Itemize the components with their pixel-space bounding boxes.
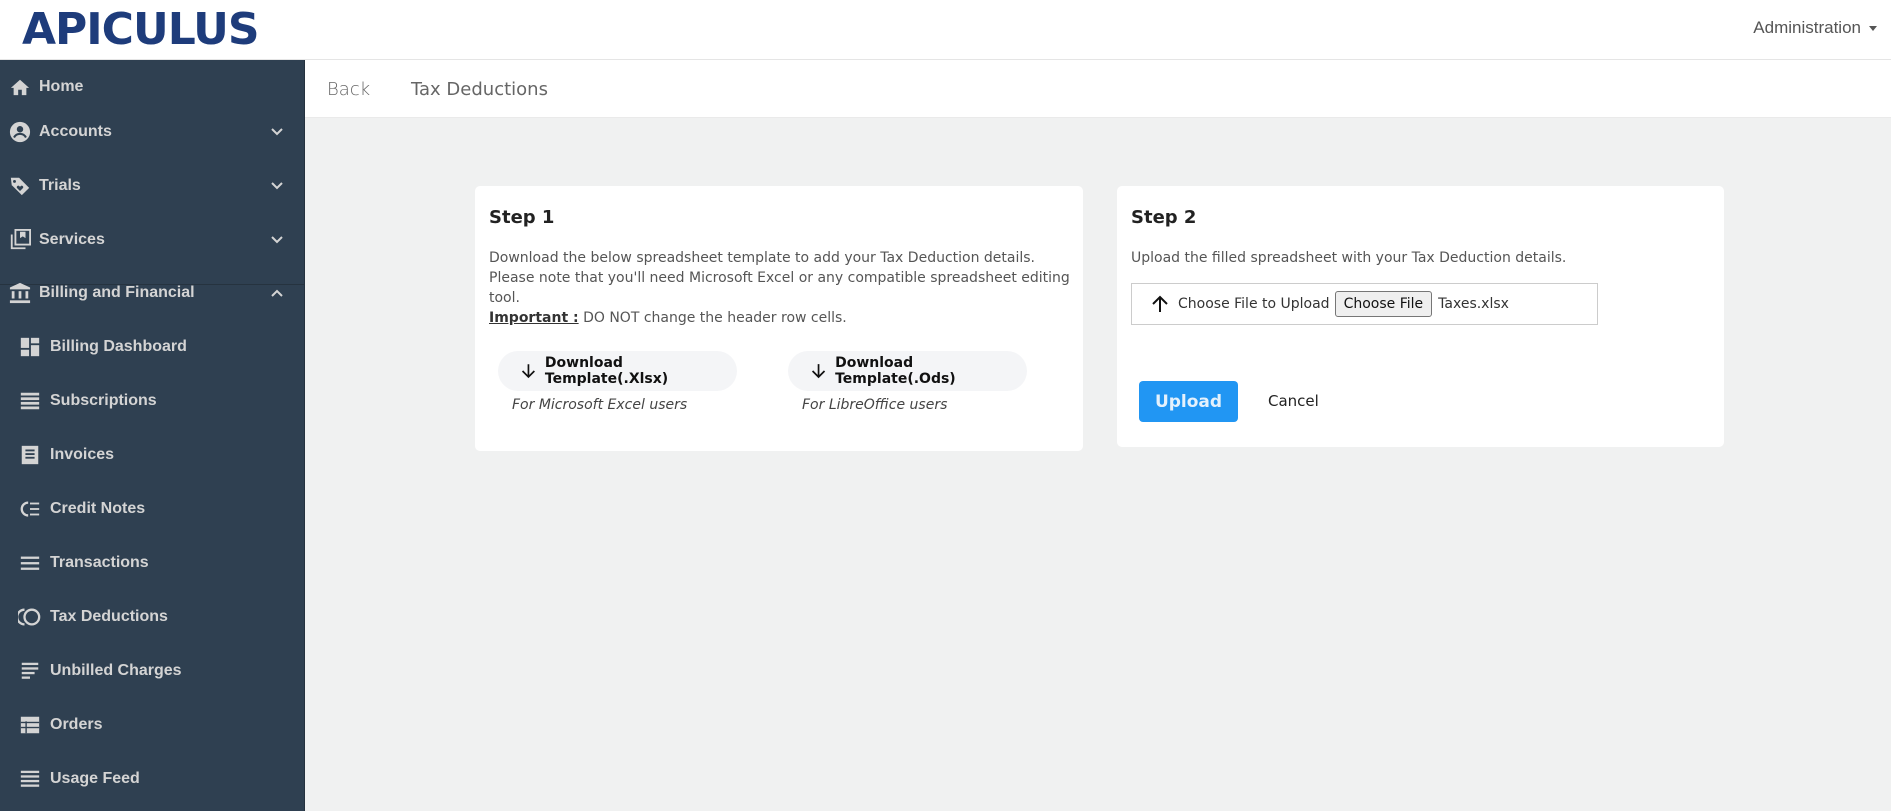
important-label: Important : [489, 310, 579, 326]
sidebar-item-accounts[interactable]: Accounts [0, 105, 305, 159]
sidebar-item-label: Invoices [50, 446, 115, 463]
sidebar-item-label: Accounts [39, 123, 112, 140]
page-subheader: Back Tax Deductions [305, 60, 1891, 118]
table-icon [18, 713, 42, 737]
notes-icon [18, 659, 42, 683]
sidebar-item-label: Orders [50, 716, 103, 733]
selected-file-name: Taxes.xlsx [1438, 296, 1509, 312]
bank-icon [8, 281, 32, 305]
step1-line1: Download the below spreadsheet template … [489, 250, 1036, 266]
sidebar-item-unbilled-charges[interactable]: Unbilled Charges [0, 644, 305, 698]
chevron-down-icon[interactable] [269, 178, 285, 194]
feed-icon [18, 767, 42, 791]
sidebar-item-label: Trials [39, 177, 81, 194]
sidebar-item-subscriptions[interactable]: Subscriptions [0, 374, 305, 428]
sidebar: Home Accounts Trials Services Billing an… [0, 60, 305, 811]
xlsx-hint: For Microsoft Excel users [512, 397, 688, 413]
account-circle-icon [8, 120, 32, 144]
upload-button[interactable]: Upload [1139, 381, 1238, 422]
download-template-ods-button[interactable]: Download Template(.Ods) [788, 351, 1027, 391]
sidebar-item-transactions[interactable]: Transactions [0, 536, 305, 590]
caret-down-icon [1869, 25, 1877, 31]
dashboard-icon [18, 335, 42, 359]
sidebar-item-tax-deductions[interactable]: Tax Deductions [0, 590, 305, 644]
choose-file-button[interactable]: Choose File [1334, 291, 1433, 317]
step2-title: Step 2 [1131, 207, 1197, 228]
sidebar-item-label: Home [39, 78, 84, 95]
step1-description: Download the below spreadsheet template … [489, 248, 1083, 328]
arrow-up-icon [1152, 295, 1168, 312]
sidebar-item-services[interactable]: Services [0, 213, 305, 267]
sidebar-item-label: Services [39, 231, 105, 248]
sidebar-item-label: Credit Notes [50, 500, 146, 517]
sidebar-item-trials[interactable]: Trials [0, 159, 305, 213]
administration-menu[interactable]: Administration [1753, 18, 1877, 38]
home-icon [8, 75, 32, 99]
sidebar-item-label: Tax Deductions [50, 608, 168, 625]
tax-icon [18, 605, 42, 629]
chevron-up-icon[interactable] [269, 285, 285, 301]
receipt-icon [18, 443, 42, 467]
sidebar-item-invoices[interactable]: Invoices [0, 428, 305, 482]
administration-label: Administration [1753, 18, 1861, 37]
back-link[interactable]: Back [327, 79, 370, 100]
step2-card: Step 2 Upload the filled spreadsheet wit… [1117, 186, 1724, 447]
important-text: DO NOT change the header row cells. [578, 310, 847, 326]
sidebar-item-orders[interactable]: Orders [0, 698, 305, 752]
apiculus-logo[interactable]: APICULUS [22, 6, 260, 54]
page-title: Tax Deductions [411, 79, 548, 100]
sidebar-item-label: Transactions [50, 554, 149, 571]
chevron-down-icon[interactable] [269, 232, 285, 248]
library-icon [8, 228, 32, 252]
download-xlsx-label: Download Template(.Xlsx) [544, 355, 669, 387]
menu-icon [18, 551, 42, 575]
cancel-button[interactable]: Cancel [1268, 392, 1319, 410]
file-upload-label: Choose File to Upload [1178, 296, 1330, 312]
sidebar-item-label: Unbilled Charges [50, 662, 182, 679]
credit-note-icon [18, 497, 42, 521]
sidebar-item-label: Subscriptions [50, 392, 157, 409]
sidebar-item-label: Billing and Financial [39, 284, 195, 301]
tag-heart-icon [8, 174, 32, 198]
sidebar-item-label: Billing Dashboard [50, 338, 187, 355]
sidebar-item-label: Usage Feed [50, 770, 140, 787]
step1-title: Step 1 [489, 207, 555, 228]
top-header: APICULUS Administration [0, 0, 1891, 60]
sidebar-item-usage-feed[interactable]: Usage Feed [0, 752, 305, 806]
sidebar-item-billing-dashboard[interactable]: Billing Dashboard [0, 320, 305, 374]
download-template-xlsx-button[interactable]: Download Template(.Xlsx) [498, 351, 737, 391]
step1-line2: Please note that you'll need Microsoft E… [489, 270, 1070, 306]
step1-card: Step 1 Download the below spreadsheet te… [475, 186, 1083, 451]
sidebar-item-billing-and-financial[interactable]: Billing and Financial [0, 266, 305, 320]
arrow-down-icon [811, 364, 826, 379]
list-icon [18, 389, 42, 413]
step2-description: Upload the filled spreadsheet with your … [1131, 250, 1567, 266]
file-upload-field[interactable]: Choose File to Upload Choose File Taxes.… [1131, 283, 1598, 325]
download-ods-label: Download Template(.Ods) [835, 355, 956, 387]
arrow-down-icon [521, 364, 535, 379]
ods-hint: For LibreOffice users [802, 397, 948, 413]
sidebar-item-credit-notes[interactable]: Credit Notes [0, 482, 305, 536]
chevron-down-icon[interactable] [269, 124, 285, 140]
step1-important: Important : DO NOT change the header row… [489, 308, 1083, 328]
